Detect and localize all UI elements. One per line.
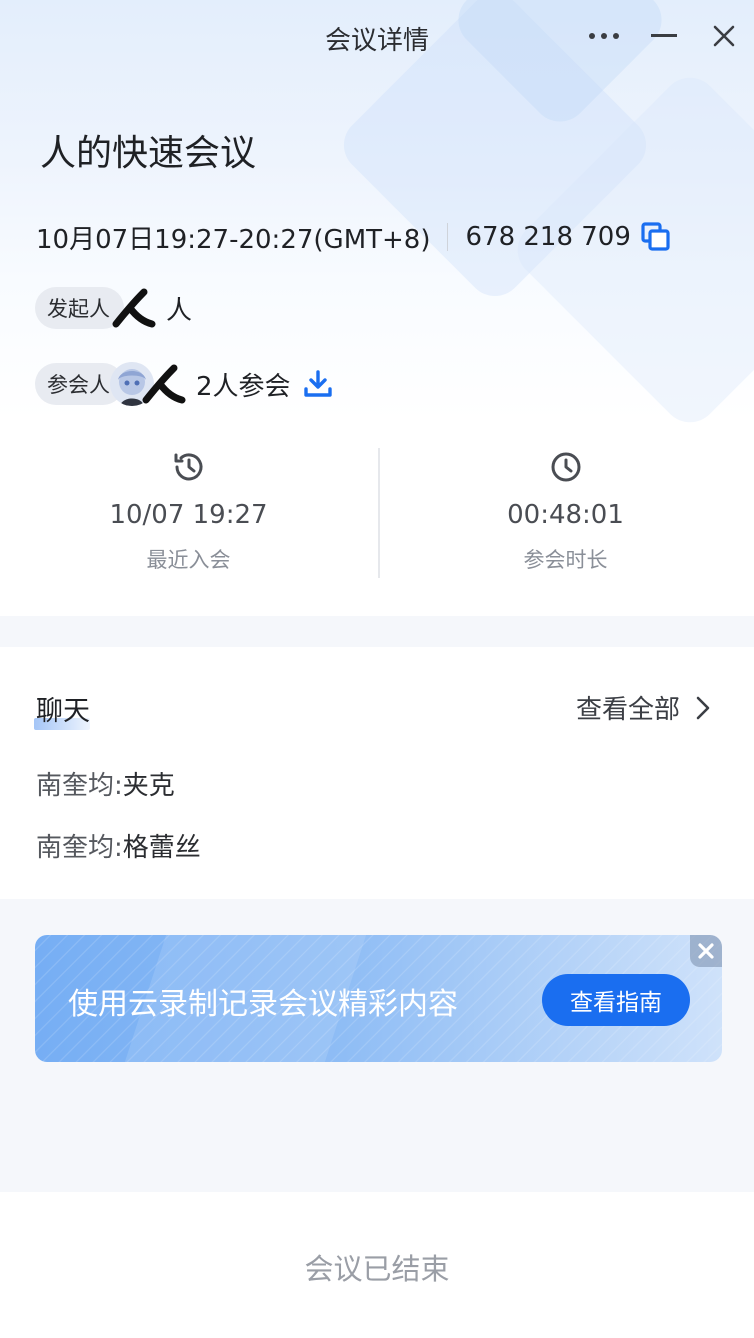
close-icon	[713, 25, 735, 47]
last-join-stat: 10/07 19:27 最近入会	[0, 440, 377, 574]
chat-sender: 南奎均:	[36, 833, 123, 863]
download-icon[interactable]	[303, 369, 333, 399]
meeting-title: 人的快速会议	[40, 133, 257, 174]
attendees-row[interactable]: 参会人 2人参会	[35, 362, 333, 406]
host-row: 发起人 人	[35, 286, 192, 330]
meeting-info-row: 10月07日19:27-20:27(GMT+8) 678 218 709	[36, 218, 671, 256]
chat-message: 南奎均:格蕾丝	[36, 827, 201, 864]
view-all-label: 查看全部	[575, 695, 680, 725]
meeting-stats: 10/07 19:27 最近入会 00:48:01 参会时长	[0, 440, 754, 590]
duration-label: 参会时长	[523, 548, 608, 572]
chevron-right-icon	[696, 696, 710, 720]
history-icon	[174, 453, 202, 481]
view-guide-button[interactable]: 查看指南	[542, 974, 690, 1026]
host-name: 人	[166, 295, 193, 326]
last-join-value: 10/07 19:27	[109, 500, 268, 530]
copy-icon[interactable]	[641, 222, 671, 252]
chat-message: 南奎均:夹克	[36, 765, 175, 802]
banner-text: 使用云录制记录会议精彩内容	[68, 987, 458, 1022]
meeting-time: 10月07日19:27-20:27(GMT+8)	[36, 224, 431, 255]
chat-sender: 南奎均:	[36, 771, 123, 801]
host-avatar	[110, 286, 156, 330]
banner-close-button[interactable]	[690, 935, 722, 967]
last-join-label: 最近入会	[146, 548, 231, 572]
chat-text: 夹克	[122, 771, 175, 801]
meeting-status: 会议已结束	[304, 1252, 450, 1286]
close-icon	[698, 943, 714, 959]
chat-section: 聊天 查看全部 南奎均:夹克 南奎均:格蕾丝	[0, 647, 754, 899]
meeting-header-panel: 会议详情 人的快速会议 10月07日19:27-20:27(GMT+8) 678…	[0, 0, 754, 616]
view-all-chat-button[interactable]: 查看全部	[576, 689, 710, 726]
duration-stat: 00:48:01 参会时长	[377, 440, 754, 574]
footer: 会议已结束	[0, 1192, 754, 1338]
meeting-id: 678 218 709	[465, 222, 631, 252]
divider	[447, 223, 449, 251]
attendee-count: 2人参会	[196, 371, 291, 402]
clock-icon	[551, 452, 580, 482]
cloud-recording-banner: 使用云录制记录会议精彩内容 查看指南	[35, 935, 722, 1062]
title-bar: 会议详情	[0, 0, 754, 72]
chat-title: 聊天	[34, 689, 90, 730]
window-title: 会议详情	[324, 26, 429, 56]
chat-text: 格蕾丝	[122, 833, 201, 863]
minimize-button[interactable]	[646, 18, 682, 54]
more-options-button[interactable]	[586, 18, 622, 54]
close-button[interactable]	[706, 18, 742, 54]
more-icon	[589, 33, 619, 39]
meeting-details-window: 会议详情 人的快速会议 10月07日19:27-20:27(GMT+8) 678…	[0, 0, 754, 1338]
minimize-icon	[651, 34, 677, 37]
attendee-avatar	[140, 362, 186, 406]
chat-title-text: 聊天	[36, 696, 90, 727]
duration-value: 00:48:01	[507, 500, 624, 530]
